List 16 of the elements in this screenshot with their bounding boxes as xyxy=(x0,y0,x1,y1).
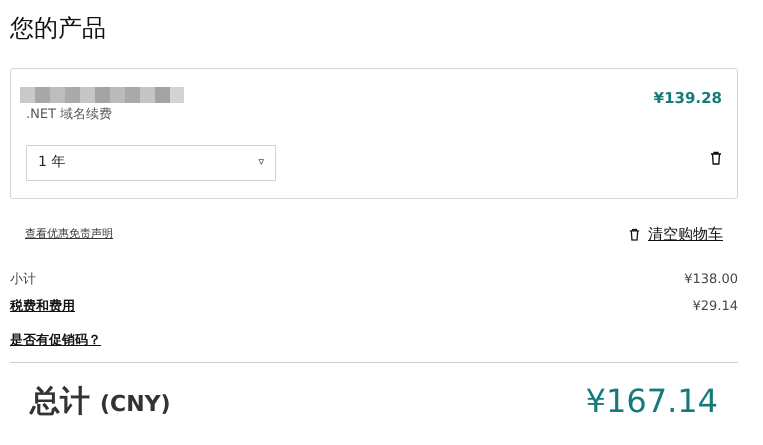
total-label: 总计 xyxy=(30,382,90,420)
disclaimer-link[interactable]: 查看优惠免责声明 xyxy=(25,226,113,242)
trash-icon[interactable] xyxy=(629,228,640,241)
promo-link[interactable]: 是否有促销码？ xyxy=(10,330,101,350)
total-currency: (CNY) xyxy=(100,390,171,418)
summary-amount: ¥138.00 xyxy=(684,270,738,288)
product-description: .NET 域名续费 xyxy=(26,106,114,124)
clear-cart-link[interactable]: 清空购物车 xyxy=(648,223,723,246)
summary-label-link[interactable]: 税费和费用 xyxy=(10,297,75,316)
term-dropdown[interactable]: 1 年 ▿ xyxy=(26,144,276,180)
summary-label: 小计 xyxy=(10,270,36,288)
page-title: 您的产品 xyxy=(10,13,107,44)
summary-amount: ¥29.14 xyxy=(692,298,738,316)
total-amount: ¥167.14 xyxy=(586,381,718,422)
product-price: ¥139.28 xyxy=(654,88,722,109)
trash-icon[interactable] xyxy=(710,150,722,164)
